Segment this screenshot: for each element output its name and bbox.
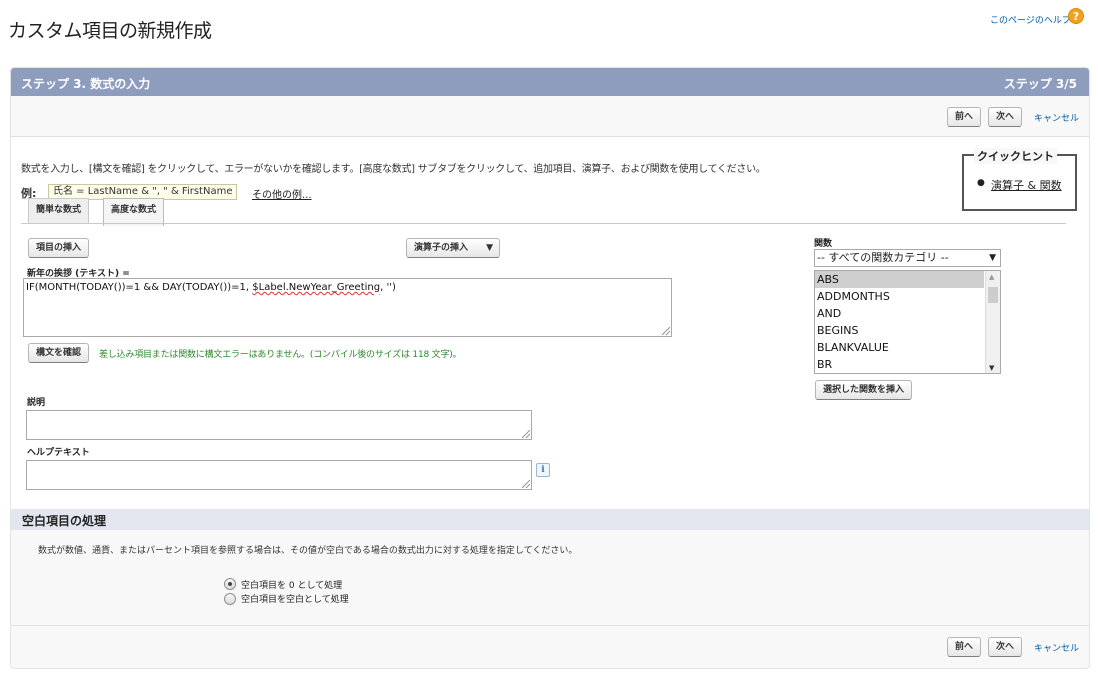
functions-label: 関数 [814, 239, 833, 249]
insert-operator-button[interactable]: 演算子の挿入 ▼ [406, 238, 500, 258]
function-item[interactable]: BEGINS [815, 322, 984, 339]
radio-blank-as-zero-label[interactable]: 空白項目を 0 として処理 [241, 578, 342, 591]
radio-blank-as-zero[interactable] [224, 578, 236, 590]
intro-text: 数式を入力し、[構文を確認] をクリックして、エラーがないかを確認します。[高度… [21, 164, 766, 175]
info-icon[interactable]: i [536, 463, 550, 477]
resize-handle-icon[interactable] [662, 327, 670, 335]
radio-blank-as-blank[interactable] [224, 593, 236, 605]
wizard-panel: ステップ 3. 数式の入力 ステップ 3/5 前へ 次へ キャンセル 数式を入力… [10, 67, 1090, 669]
radio-blank-as-blank-label[interactable]: 空白項目を空白として処理 [241, 592, 349, 605]
blank-handling-title: 空白項目の処理 [22, 514, 107, 528]
chevron-down-icon: ▼ [486, 243, 493, 253]
prev-button-top[interactable]: 前へ [947, 107, 982, 127]
scrollbar-thumb[interactable] [988, 287, 998, 303]
more-examples-link[interactable]: その他の例... [252, 186, 312, 201]
function-item[interactable]: ABS [815, 271, 984, 288]
formula-merge-field: $Label.NewYear_Greeting [252, 282, 381, 293]
formula-text-prefix: IF(MONTH(TODAY())=1 && DAY(TODAY())=1, [26, 282, 253, 293]
tab-divider [21, 223, 1066, 224]
function-list[interactable]: ABS ADDMONTHS AND BEGINS BLANKVALUE BR ▲… [814, 270, 1001, 374]
function-category-select[interactable]: -- すべての関数カテゴリ -- ▼ [814, 249, 1001, 267]
resize-handle-icon[interactable] [522, 480, 530, 488]
step-header-bar: ステップ 3. 数式の入力 ステップ 3/5 [11, 68, 1089, 96]
help-text-textarea[interactable] [26, 460, 532, 490]
insert-field-button[interactable]: 項目の挿入 [28, 238, 90, 258]
bullet-icon: ● [977, 178, 985, 188]
blank-handling-description: 数式が数値、通貨、またはパーセント項目を参照する場合は、その値が空白である場合の… [38, 546, 578, 556]
check-syntax-button[interactable]: 構文を確認 [28, 343, 90, 363]
function-item[interactable]: ADDMONTHS [815, 288, 984, 305]
page-title: カスタム項目の新規作成 [8, 20, 212, 42]
cancel-link-top[interactable]: キャンセル [1034, 111, 1079, 124]
tab-simple-formula[interactable]: 簡単な数式 [28, 198, 90, 224]
insert-selected-function-button[interactable]: 選択した関数を挿入 [815, 380, 913, 400]
function-item[interactable]: BLANKVALUE [815, 339, 984, 356]
prev-button-bottom[interactable]: 前へ [947, 637, 982, 657]
scroll-up-icon[interactable]: ▲ [989, 273, 994, 281]
syntax-check-result: 差し込み項目または関数に構文エラーはありません。(コンパイル後のサイズは 118… [99, 350, 462, 360]
next-button-top[interactable]: 次へ [988, 107, 1023, 127]
next-button-bottom[interactable]: 次へ [988, 637, 1023, 657]
chevron-down-icon: ▼ [989, 253, 996, 263]
quick-hint-title: クイックヒント [974, 148, 1057, 164]
help-icon[interactable]: ? [1068, 8, 1084, 24]
help-text-label: ヘルプテキスト [27, 448, 90, 458]
function-item[interactable]: AND [815, 305, 984, 322]
step-title: ステップ 3. 数式の入力 [21, 77, 151, 91]
function-category-value: -- すべての関数カテゴリ -- [817, 251, 949, 264]
scroll-down-icon[interactable]: ▼ [989, 364, 994, 372]
function-item[interactable]: BR [815, 356, 984, 373]
page-help-link[interactable]: このページのヘルプ [990, 13, 1071, 26]
resize-handle-icon[interactable] [522, 430, 530, 438]
description-textarea[interactable] [26, 410, 532, 440]
formula-text-suffix: , '') [380, 282, 396, 293]
description-label: 説明 [27, 398, 46, 408]
operators-functions-link[interactable]: 演算子 & 関数 [991, 177, 1062, 193]
divider [11, 625, 1089, 626]
function-list-scrollbar[interactable]: ▲ ▼ [985, 271, 1000, 373]
cancel-link-bottom[interactable]: キャンセル [1034, 641, 1079, 654]
tab-advanced-formula[interactable]: 高度な数式 [103, 198, 165, 226]
step-count: ステップ 3/5 [1003, 77, 1077, 91]
formula-editor[interactable]: IF(MONTH(TODAY())=1 && DAY(TODAY())=1, $… [23, 278, 672, 337]
insert-operator-label: 演算子の挿入 [414, 243, 469, 253]
blank-handling-header [11, 509, 1089, 530]
